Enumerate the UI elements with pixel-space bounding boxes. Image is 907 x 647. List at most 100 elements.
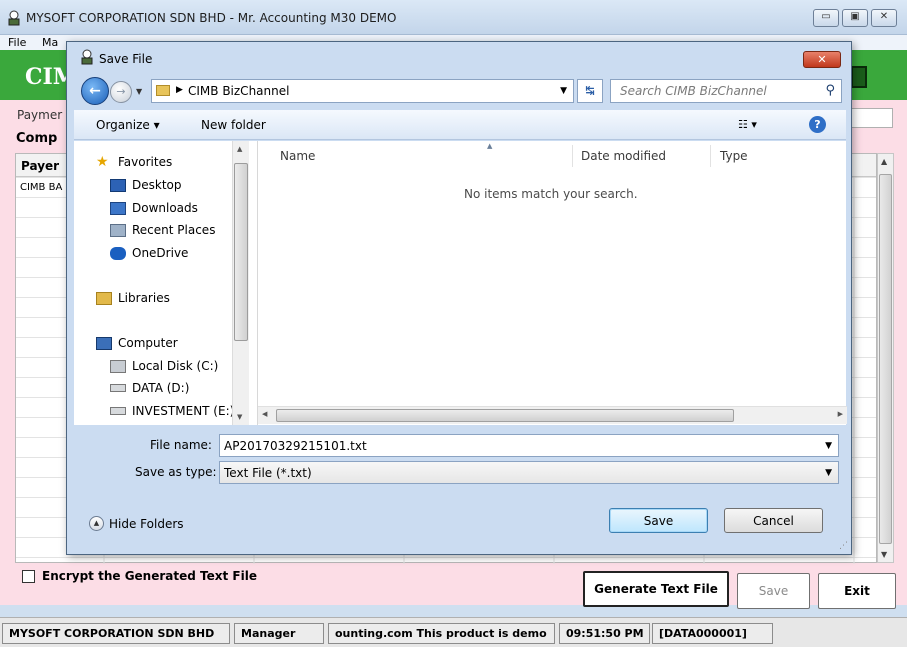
- chevron-up-icon: ▲: [89, 516, 104, 531]
- dialog-title: Save File: [99, 52, 153, 66]
- scroll-down-icon[interactable]: ▼: [881, 550, 887, 559]
- nav-investment-drive[interactable]: INVESTMENT (E:): [110, 404, 234, 418]
- status-bar: MYSOFT CORPORATION SDN BHD Manager ounti…: [0, 617, 907, 647]
- navigation-pane: ★ Favorites Desktop Downloads Recent Pla…: [74, 141, 257, 425]
- desktop-icon: [110, 178, 126, 192]
- drive-icon: [110, 407, 126, 415]
- star-icon: ★: [96, 153, 109, 170]
- address-dropdown-icon[interactable]: ▼: [560, 86, 567, 96]
- company-label: Comp: [16, 131, 58, 146]
- grid-scrollbar[interactable]: ▲ ▼: [877, 153, 894, 563]
- payment-label: Paymer: [17, 108, 63, 122]
- encrypt-option[interactable]: Encrypt the Generated Text File: [22, 569, 257, 583]
- save-file-dialog: Save File ✕ ← → ▼ ▶ CIMB BizChannel ▼ ↹ …: [66, 41, 852, 555]
- file-name-label: File name:: [150, 438, 212, 452]
- scroll-down-icon[interactable]: ▼: [237, 413, 242, 421]
- nav-onedrive[interactable]: OneDrive: [110, 246, 188, 260]
- refresh-icon[interactable]: ↹: [577, 79, 603, 103]
- minimize-button[interactable]: ▭: [813, 9, 839, 27]
- close-icon: ✕: [879, 11, 889, 22]
- save-button[interactable]: Save: [737, 573, 810, 609]
- column-type[interactable]: Type: [720, 149, 748, 163]
- hide-folders-toggle[interactable]: ▲ Hide Folders: [89, 516, 184, 531]
- nav-favorites[interactable]: ★ Favorites: [96, 153, 172, 170]
- sort-arrow-icon: ▲: [487, 142, 493, 150]
- nav-pane-scrollbar[interactable]: ▲ ▼: [232, 141, 249, 425]
- drive-icon: [110, 359, 126, 373]
- forward-arrow-icon[interactable]: →: [110, 81, 132, 103]
- close-button[interactable]: ✕: [871, 9, 897, 27]
- help-icon[interactable]: ?: [809, 116, 826, 133]
- file-name-dropdown-icon[interactable]: ▼: [825, 441, 832, 451]
- history-dropdown-icon[interactable]: ▼: [136, 87, 142, 96]
- dialog-close-button[interactable]: ✕: [803, 51, 841, 68]
- file-list-hscrollbar[interactable]: ◀ ▶: [258, 406, 847, 424]
- nav-desktop[interactable]: Desktop: [110, 178, 182, 192]
- status-data: [DATA000001]: [652, 623, 773, 644]
- dialog-save-button[interactable]: Save: [609, 508, 708, 533]
- chevron-down-icon[interactable]: ▼: [825, 468, 832, 478]
- maximize-icon: ▣: [850, 11, 860, 22]
- nav-scroll-thumb[interactable]: [234, 163, 248, 341]
- exit-button[interactable]: Exit: [818, 573, 896, 609]
- close-icon: ✕: [817, 53, 827, 66]
- nav-libraries[interactable]: Libraries: [96, 291, 170, 305]
- search-input[interactable]: Search CIMB BizChannel: [620, 84, 767, 98]
- scroll-up-icon[interactable]: ▲: [237, 145, 242, 153]
- search-icon[interactable]: ⚲: [825, 83, 835, 98]
- nav-data-drive[interactable]: DATA (D:): [110, 381, 189, 395]
- minimize-icon: ▭: [821, 11, 831, 22]
- resize-grip-icon[interactable]: ⋰: [839, 541, 848, 551]
- grid-scroll-thumb[interactable]: [879, 174, 892, 544]
- nav-local-disk[interactable]: Local Disk (C:): [110, 359, 218, 373]
- nav-recent-places[interactable]: Recent Places: [110, 223, 215, 237]
- dialog-cancel-button[interactable]: Cancel: [724, 508, 823, 533]
- search-box[interactable]: Search CIMB BizChannel ⚲: [610, 79, 842, 103]
- scroll-up-icon[interactable]: ▲: [881, 157, 887, 166]
- encrypt-checkbox[interactable]: [22, 569, 35, 583]
- computer-icon: [96, 336, 112, 350]
- column-date-modified[interactable]: Date modified: [581, 149, 666, 163]
- generate-text-file-button[interactable]: Generate Text File: [583, 571, 729, 607]
- scroll-left-icon[interactable]: ◀: [262, 410, 267, 418]
- grid-header-payer: Payer: [21, 159, 60, 173]
- file-list-scroll-thumb[interactable]: [276, 409, 734, 422]
- menu-file[interactable]: File: [8, 36, 26, 49]
- save-as-type-select[interactable]: Text File (*.txt) ▼: [219, 461, 839, 484]
- encrypt-label: Encrypt the Generated Text File: [42, 569, 257, 583]
- status-company: MYSOFT CORPORATION SDN BHD: [2, 623, 230, 644]
- scroll-right-icon[interactable]: ▶: [838, 410, 843, 418]
- drive-icon: [110, 384, 126, 392]
- libraries-icon: [96, 291, 112, 305]
- file-list[interactable]: Name ▲ Date modified Type No items match…: [257, 141, 847, 425]
- status-message: ounting.com This product is demo: [328, 623, 555, 644]
- dialog-nav-bar: ← → ▼ ▶ CIMB BizChannel ▼ ↹ Search CIMB …: [74, 74, 846, 108]
- view-options-icon[interactable]: ☷ ▾: [738, 118, 757, 131]
- file-name-field[interactable]: AP20170329215101.txt ▼: [219, 434, 839, 457]
- main-title-bar: MYSOFT CORPORATION SDN BHD - Mr. Account…: [0, 0, 907, 35]
- back-arrow-icon[interactable]: ←: [81, 77, 109, 105]
- breadcrumb-chevron-icon[interactable]: ▶: [176, 85, 183, 95]
- file-name-value[interactable]: AP20170329215101.txt: [224, 439, 367, 453]
- save-as-type-value: Text File (*.txt): [224, 466, 312, 480]
- address-path[interactable]: CIMB BizChannel: [188, 84, 289, 98]
- nav-downloads[interactable]: Downloads: [110, 201, 198, 215]
- nav-computer[interactable]: Computer: [96, 336, 178, 350]
- app-title: MYSOFT CORPORATION SDN BHD - Mr. Account…: [26, 11, 397, 25]
- dialog-app-icon: [81, 49, 93, 65]
- grid-cell-payer[interactable]: CIMB BA: [20, 182, 62, 193]
- menu-maintenance[interactable]: Ma: [42, 36, 58, 49]
- maximize-button[interactable]: ▣: [842, 9, 868, 27]
- recent-places-icon: [110, 223, 126, 237]
- status-user: Manager: [234, 623, 324, 644]
- new-folder-button[interactable]: New folder: [201, 118, 266, 132]
- organize-button[interactable]: Organize ▾: [96, 118, 160, 132]
- save-as-type-label: Save as type:: [135, 465, 217, 479]
- column-name[interactable]: Name: [280, 149, 315, 163]
- cloud-icon: [110, 246, 126, 260]
- address-bar[interactable]: ▶ CIMB BizChannel ▼: [151, 79, 574, 103]
- status-time: 09:51:50 PM: [559, 623, 650, 644]
- bank-icon: [851, 66, 867, 88]
- downloads-icon: [110, 201, 126, 215]
- folder-icon: [156, 85, 170, 96]
